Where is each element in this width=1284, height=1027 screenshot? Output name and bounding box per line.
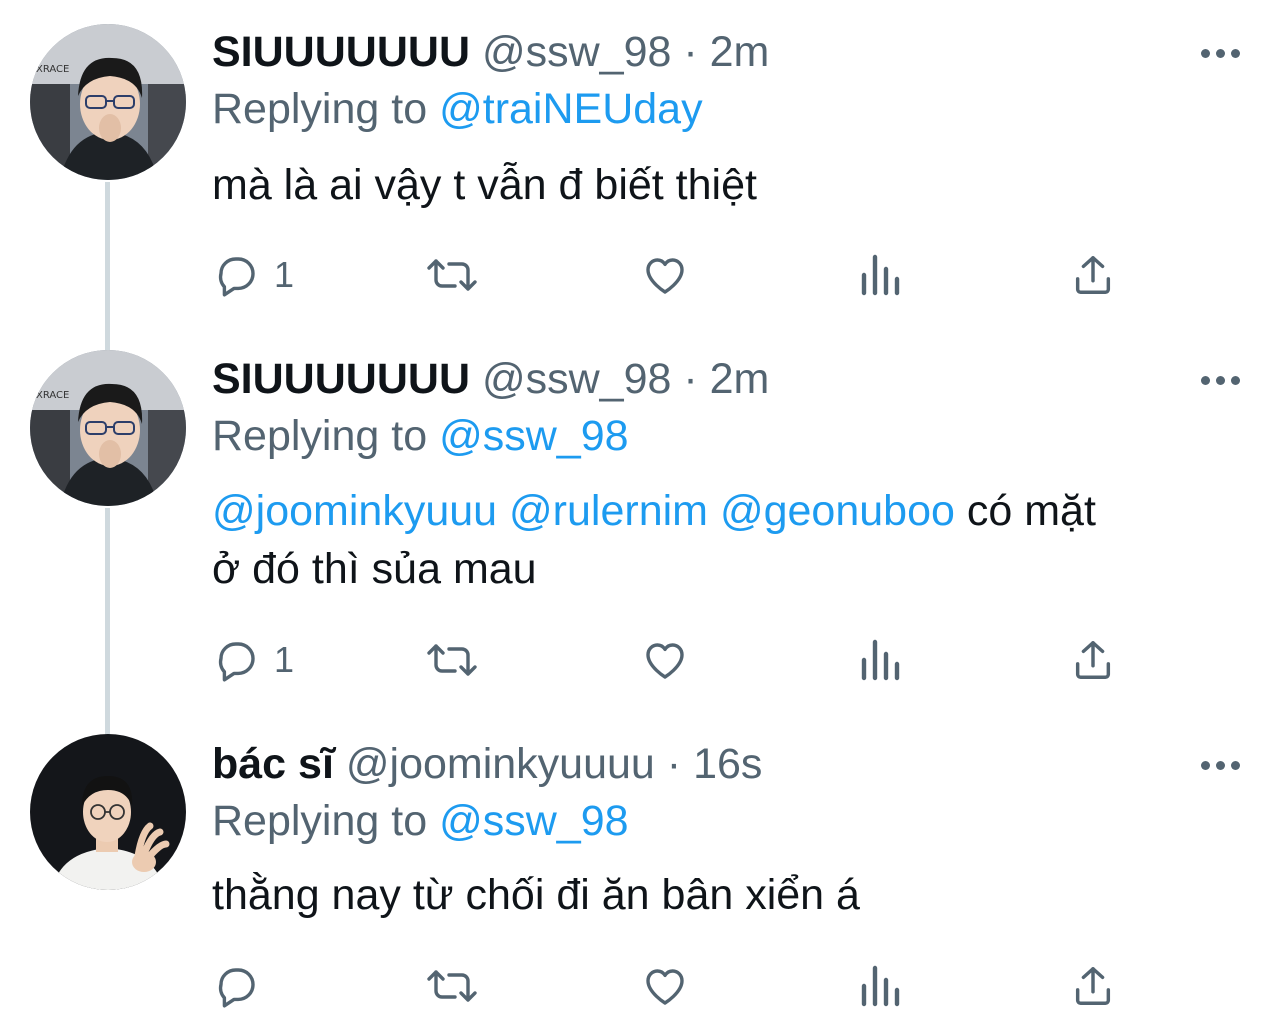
more-icon	[1200, 48, 1210, 58]
display-name[interactable]: bác sĩ	[212, 740, 334, 788]
replying-prefix: Replying to	[212, 412, 428, 460]
action-bar: 1	[212, 245, 1212, 305]
replying-mention-link[interactable]: @ssw_98	[439, 797, 628, 845]
retweet-button[interactable]	[426, 956, 478, 1016]
reply-icon	[218, 257, 255, 297]
timestamp[interactable]: 2m	[710, 28, 770, 76]
more-icon-dot	[1215, 48, 1225, 58]
user-handle[interactable]: @joominkyuuuu	[346, 740, 655, 788]
separator-dot: ·	[683, 355, 698, 403]
display-name[interactable]: SIUUUUUUU	[212, 28, 470, 76]
avatar-photo-icon	[30, 734, 186, 890]
more-icon	[1200, 375, 1210, 385]
reply-button[interactable]	[212, 956, 274, 1016]
like-button[interactable]	[640, 956, 690, 1016]
tweet-text: thằng nay từ chối đi ăn bân xiển á	[212, 871, 860, 919]
replying-to: Replying to @ssw_98	[212, 410, 629, 462]
timestamp[interactable]: 16s	[693, 740, 762, 788]
more-button[interactable]	[1196, 365, 1244, 395]
heart-icon	[646, 643, 684, 679]
share-button[interactable]	[1070, 956, 1116, 1016]
separator-dot: ·	[666, 740, 682, 788]
replying-to: Replying to @traiNEUday	[212, 83, 703, 135]
heart-icon	[646, 258, 684, 294]
share-button[interactable]	[1070, 630, 1116, 690]
more-icon-dot	[1230, 760, 1240, 770]
avatar[interactable]	[30, 734, 186, 890]
analytics-icon	[861, 639, 900, 681]
tweet[interactable]: bác sĩ @joominkyuuuu · 16s Replying to @…	[0, 720, 1284, 1027]
tweet-header: bác sĩ @joominkyuuuu · 16s	[212, 738, 762, 790]
tweet-text-part: có mặt	[966, 487, 1096, 535]
retweet-icon	[427, 644, 477, 676]
more-button[interactable]	[1196, 38, 1244, 68]
replying-prefix: Replying to	[212, 85, 428, 133]
user-handle[interactable]: @ssw_98	[482, 355, 671, 403]
more-icon-dot	[1215, 760, 1225, 770]
tweet-header: SIUUUUUUU @ssw_98 · 2m	[212, 26, 769, 78]
action-bar: 1	[212, 630, 1212, 690]
replying-prefix: Replying to	[212, 797, 428, 845]
replying-to: Replying to @ssw_98	[212, 795, 629, 847]
svg-text:XRACE: XRACE	[36, 390, 69, 401]
analytics-button[interactable]	[858, 245, 902, 305]
reply-icon	[218, 968, 255, 1008]
mention-link[interactable]: @geonuboo	[720, 487, 955, 535]
avatar[interactable]: XRACE	[30, 350, 186, 506]
mention-link[interactable]: @joominkyuuu	[212, 487, 497, 535]
more-icon-dot	[1215, 375, 1225, 385]
avatar[interactable]: XRACE	[30, 24, 186, 180]
reply-icon	[218, 642, 255, 682]
user-handle[interactable]: @ssw_98	[482, 28, 671, 76]
svg-text:XRACE: XRACE	[36, 64, 69, 75]
avatar-photo-icon: XRACE	[30, 24, 186, 180]
mention-link[interactable]: @rulernim	[509, 487, 708, 535]
retweet-icon	[427, 259, 477, 291]
timestamp[interactable]: 2m	[710, 355, 770, 403]
analytics-icon	[861, 965, 900, 1007]
display-name[interactable]: SIUUUUUUU	[212, 355, 470, 403]
more-icon	[1200, 760, 1210, 770]
tweet-text-part: ở đó thì sủa mau	[212, 545, 537, 593]
analytics-icon	[861, 254, 900, 296]
separator-dot: ·	[683, 28, 698, 76]
analytics-button[interactable]	[858, 956, 902, 1016]
more-icon-dot	[1230, 48, 1240, 58]
reply-button[interactable]: 1	[212, 245, 294, 305]
share-icon	[1075, 641, 1111, 679]
like-button[interactable]	[640, 630, 690, 690]
share-icon	[1075, 256, 1111, 294]
tweet[interactable]: XRACE SIUUUUUUU @ssw_98 · 2m Replying to…	[0, 330, 1284, 720]
tweet-header: SIUUUUUUU @ssw_98 · 2m	[212, 353, 769, 405]
replying-mention-link[interactable]: @traiNEUday	[439, 85, 703, 133]
heart-icon	[646, 969, 684, 1005]
retweet-icon	[427, 970, 477, 1002]
retweet-button[interactable]	[426, 630, 478, 690]
tweet-text: @joominkyuuu @rulernim @geonuboo có mặt …	[212, 482, 1252, 598]
analytics-button[interactable]	[858, 630, 902, 690]
tweet-text: mà là ai vậy t vẫn đ biết thiệt	[212, 161, 757, 209]
more-button[interactable]	[1196, 750, 1244, 780]
reply-count: 1	[274, 639, 295, 680]
tweet[interactable]: XRACE SIUUUUUUU @ssw_98 · 2m Replying to…	[0, 0, 1284, 330]
share-icon	[1075, 967, 1111, 1005]
reply-count: 1	[274, 254, 295, 295]
avatar-photo-icon: XRACE	[30, 350, 186, 506]
retweet-button[interactable]	[426, 245, 478, 305]
more-icon-dot	[1230, 375, 1240, 385]
action-bar	[212, 956, 1212, 1016]
reply-button[interactable]: 1	[212, 630, 294, 690]
replying-mention-link[interactable]: @ssw_98	[439, 412, 628, 460]
like-button[interactable]	[640, 245, 690, 305]
share-button[interactable]	[1070, 245, 1116, 305]
